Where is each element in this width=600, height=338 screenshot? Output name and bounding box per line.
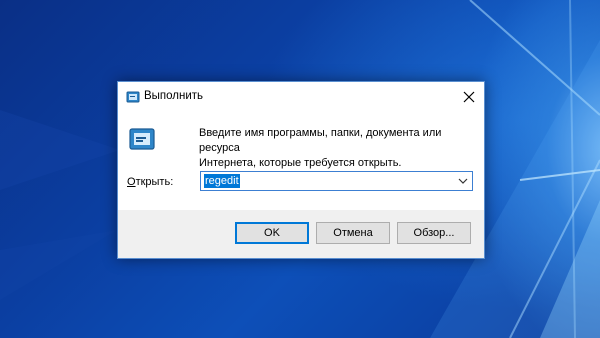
- description-line-1: Введите имя программы, папки, документа …: [199, 127, 442, 154]
- window-title: Выполнить: [144, 90, 204, 102]
- ok-button[interactable]: OK: [235, 222, 309, 244]
- cancel-button[interactable]: Отмена: [316, 222, 390, 244]
- chevron-down-icon[interactable]: [458, 177, 468, 185]
- open-combobox[interactable]: regedit: [200, 171, 473, 191]
- open-label: Открыть:: [127, 176, 173, 188]
- close-icon: [463, 91, 475, 103]
- run-dialog: Выполнить Введите имя программы, папки, …: [117, 81, 485, 259]
- title-bar: Выполнить: [118, 82, 484, 112]
- close-button[interactable]: [454, 82, 484, 112]
- description-line-2: Интернета, которые требуется открыть.: [199, 157, 402, 169]
- open-input[interactable]: regedit: [204, 174, 240, 188]
- dialog-description: Введите имя программы, папки, документа …: [199, 126, 484, 171]
- browse-button[interactable]: Обзор...: [397, 222, 471, 244]
- run-icon: [129, 128, 155, 150]
- run-icon: [126, 91, 140, 103]
- dialog-content: Введите имя программы, папки, документа …: [118, 112, 484, 210]
- open-label-accelerator: О: [127, 176, 136, 188]
- open-label-text: ткрыть:: [135, 176, 174, 188]
